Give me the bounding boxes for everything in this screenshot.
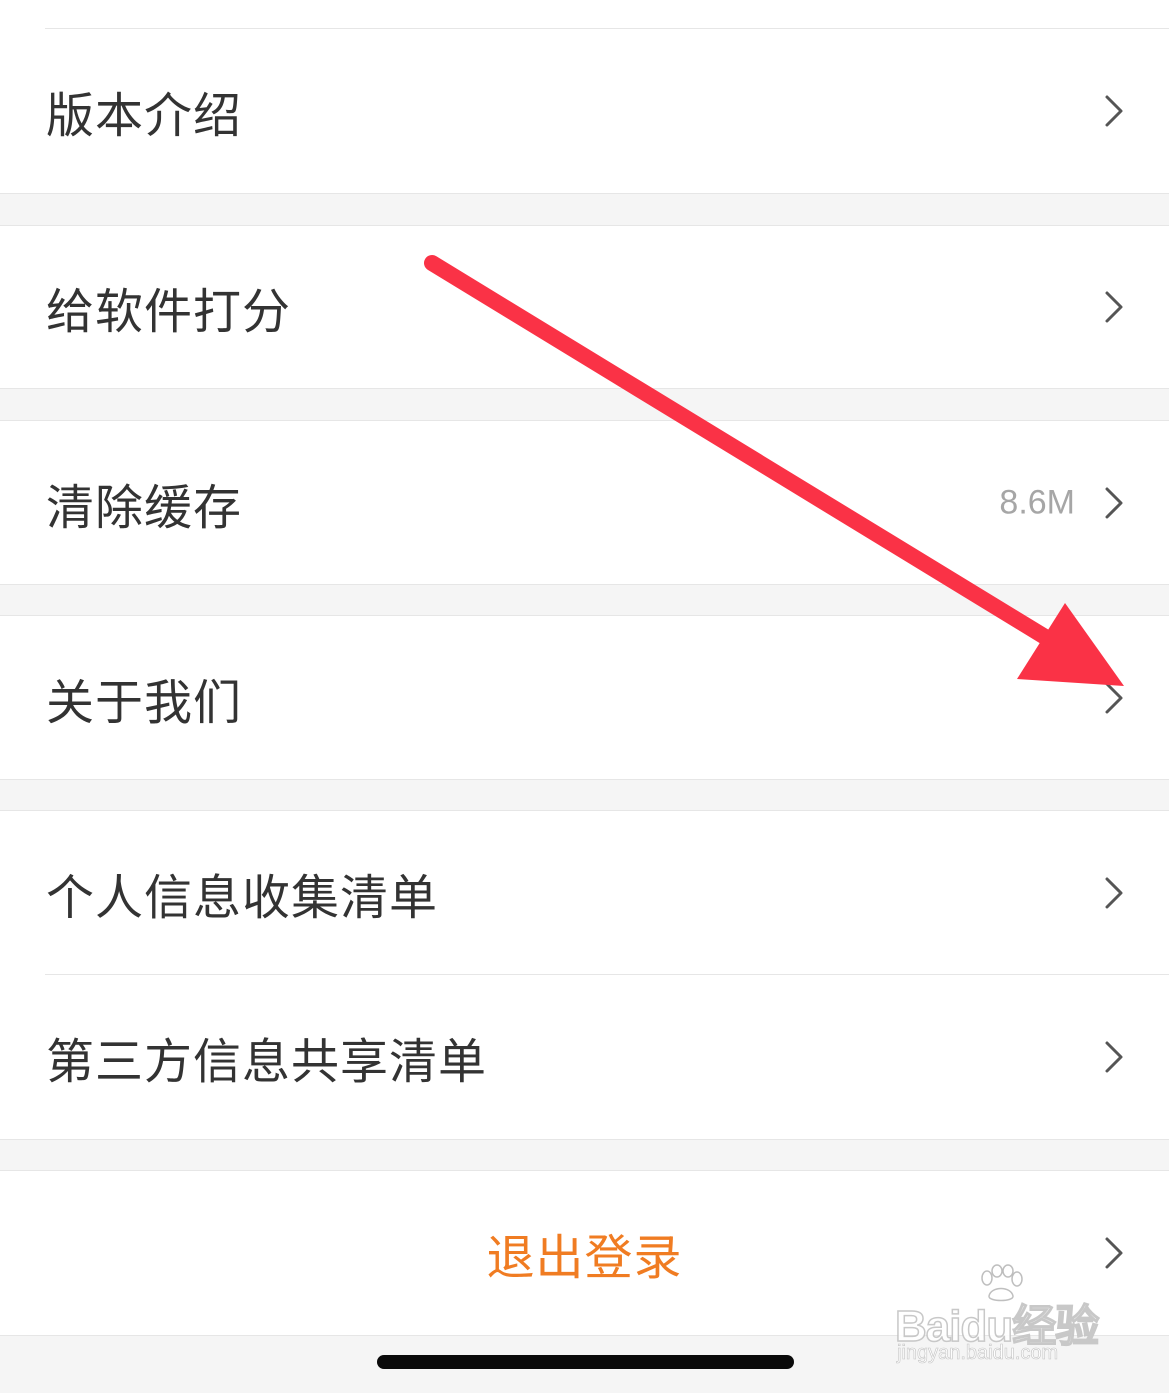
chevron-right-icon (1105, 487, 1123, 518)
menu-item-label: 第三方信息共享清单 (46, 1034, 488, 1090)
menu-item-version[interactable]: 版本介绍 (0, 29, 1169, 194)
settings-screen: 版本介绍 给软件打分 清除缓存 8.6M 关于我们 个人信息收集清单 第三方信息… (0, 0, 1169, 1393)
menu-item-label: 版本介绍 (46, 88, 243, 144)
chevron-right-icon (1105, 1237, 1123, 1269)
menu-item-about[interactable]: 关于我们 (0, 615, 1169, 780)
menu-item-label: 清除缓存 (46, 479, 243, 536)
menu-item-label: 关于我们 (46, 674, 243, 731)
menu-item-label: 个人信息收集清单 (46, 870, 439, 926)
menu-item-rate[interactable]: 给软件打分 (0, 225, 1169, 389)
watermark-url: jingyan.baidu.com (897, 1342, 1059, 1365)
menu-item-personal-info[interactable]: 个人信息收集清单 (0, 810, 1169, 975)
logout-button[interactable]: 退出登录 (0, 1170, 1169, 1336)
menu-item-third-party[interactable]: 第三方信息共享清单 (0, 975, 1169, 1140)
menu-item-label: 给软件打分 (46, 284, 292, 340)
logout-label: 退出登录 (486, 1230, 683, 1286)
chevron-right-icon (1105, 291, 1123, 323)
chevron-right-icon (1105, 1041, 1123, 1073)
previous-row-fragment (0, 0, 1169, 29)
home-indicator[interactable] (377, 1355, 794, 1369)
menu-item-clear-cache[interactable]: 清除缓存 8.6M (0, 420, 1169, 585)
chevron-right-icon (1105, 877, 1123, 909)
chevron-right-icon (1105, 682, 1123, 713)
chevron-right-icon (1105, 95, 1123, 127)
cache-size-value: 8.6M (999, 483, 1075, 521)
